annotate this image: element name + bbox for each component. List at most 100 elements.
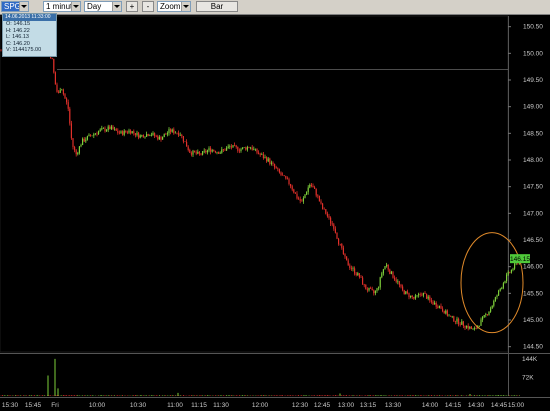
candle-body (58, 91, 60, 93)
time-tick-label: 15:45 (25, 402, 42, 409)
time-tick-label: 13:30 (385, 402, 402, 409)
candle-body (282, 174, 284, 176)
candle-body (373, 290, 375, 294)
candle-body (230, 146, 232, 148)
candle-body (330, 217, 332, 224)
candle-body (176, 132, 178, 134)
candle-body (325, 209, 327, 214)
candle-body (451, 316, 453, 317)
candle-body (182, 136, 184, 142)
candle-body (74, 146, 76, 151)
candle-body (402, 286, 404, 291)
candle-body (432, 301, 434, 305)
candle-body (75, 150, 77, 155)
candle-body (181, 134, 183, 137)
candle-body (211, 150, 213, 152)
candle-body (254, 148, 256, 150)
candle-body (390, 271, 392, 274)
candle-body (334, 228, 336, 233)
candle-body (210, 148, 212, 152)
last-price-label: 146.15 (510, 256, 530, 263)
candle-body (141, 135, 143, 136)
candle-body (78, 146, 80, 153)
candle-body (72, 138, 74, 147)
candle-body (448, 315, 450, 317)
volume-tick-label: 144K (522, 356, 538, 363)
candle-body (317, 195, 319, 197)
candle-body (350, 267, 352, 269)
time-tick-label: 12:45 (314, 402, 331, 409)
candle-body (235, 145, 237, 147)
candle-body (365, 284, 367, 290)
candle-body (170, 129, 172, 132)
candle-body (162, 137, 164, 140)
candle-body (118, 132, 120, 134)
candle-body (394, 277, 396, 280)
candle-body (379, 277, 381, 288)
candle-body (482, 316, 484, 320)
candle-body (424, 293, 426, 294)
candle-body (101, 128, 103, 130)
candle-body (102, 128, 104, 129)
candle-body (314, 187, 316, 189)
candle-body (146, 134, 148, 137)
candle-body (134, 133, 136, 136)
candle-body (197, 151, 199, 154)
candle-body (384, 266, 386, 270)
candle-body (274, 164, 276, 168)
candle-body (328, 216, 330, 218)
candle-body (437, 306, 439, 308)
candle-body (112, 126, 114, 130)
candle-body (83, 138, 85, 142)
volume-tick-label: 72K (522, 375, 534, 382)
candle-body (382, 269, 384, 274)
candle-body (493, 300, 495, 306)
candle-body (403, 290, 405, 295)
candle-body (430, 300, 432, 302)
candle-body (470, 326, 472, 329)
candle-body (301, 200, 303, 202)
candle-body (485, 314, 487, 315)
candle-body (278, 169, 280, 173)
candle-body (253, 148, 255, 150)
info-datetime: 14.06.2013 11:33:00 (3, 14, 56, 21)
highlight-circle (460, 232, 524, 334)
price-tick-label: 147.00 (523, 210, 543, 217)
candle-body (232, 145, 234, 148)
candle-body (283, 175, 285, 177)
candle-body (408, 292, 410, 298)
candle-body (386, 264, 388, 267)
candle-body (378, 287, 380, 289)
candle-body (229, 146, 231, 148)
candle-body (54, 72, 56, 85)
candle-body (397, 281, 399, 283)
candle-body (336, 232, 338, 239)
candle-body (509, 272, 511, 273)
candle-body (362, 277, 364, 285)
time-tick-label: 14:30 (468, 402, 485, 409)
candle-body (286, 178, 288, 180)
candle-body (512, 268, 514, 270)
price-chart[interactable]: 150.50 150.00 149.50 149.00 148.50 148.00 147.… (0, 0, 550, 411)
candle-body (341, 244, 343, 248)
candle-body (400, 284, 402, 287)
candle-body (270, 162, 272, 164)
price-tick-label: 150.50 (523, 24, 543, 31)
candle-body (219, 152, 221, 154)
candle-body (251, 147, 253, 150)
candle-body (507, 272, 509, 275)
candle-body (184, 141, 186, 143)
candle-body (349, 265, 351, 268)
price-tick-label: 144.50 (523, 344, 543, 351)
candle-body (224, 149, 226, 151)
candle-body (275, 167, 277, 169)
candle-body (474, 328, 476, 329)
price-tick-label: 146.00 (523, 264, 543, 271)
candle-body (237, 146, 239, 151)
candle-body (486, 314, 488, 315)
candle-body (307, 187, 309, 193)
candle-body (128, 130, 130, 133)
candle-body (406, 291, 408, 293)
candle-body (259, 153, 261, 155)
candle-body (117, 130, 119, 133)
